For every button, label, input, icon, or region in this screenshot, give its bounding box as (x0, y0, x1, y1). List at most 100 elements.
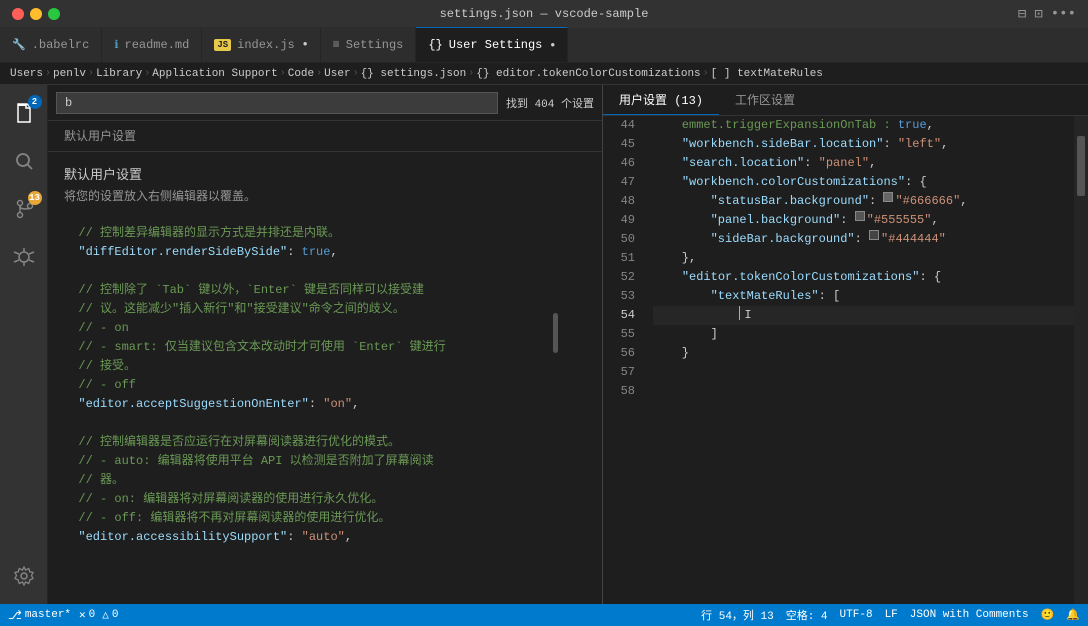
tab-user-settings[interactable]: {} User Settings ● (416, 27, 568, 62)
close-button[interactable] (12, 8, 24, 20)
window-controls[interactable] (12, 8, 60, 20)
line-num-54: 54 (603, 306, 635, 325)
cursor (739, 306, 740, 320)
tab-settings[interactable]: ≡ Settings (321, 27, 417, 62)
breadcrumb-library[interactable]: Library (96, 68, 142, 80)
line-num-55: 55 (603, 325, 635, 344)
line-num-56: 56 (603, 344, 635, 363)
title-bar: settings.json — vscode-sample ⊟ ⊡ ••• (0, 0, 1088, 28)
minimap-area (1074, 116, 1088, 604)
tab-babelrc[interactable]: 🔧 .babelrc (0, 27, 102, 62)
tab-babelrc-label: .babelrc (32, 38, 90, 52)
layout-icon[interactable]: ⊡ (1034, 6, 1042, 23)
status-line-ending-label: LF (885, 609, 898, 621)
breadcrumb-penlv[interactable]: penlv (53, 68, 86, 80)
code-line-4: // 控制除了 `Tab` 键以外，`Enter` 键是否同样可以接受建 (64, 281, 586, 300)
status-right: 行 54，列 13 空格: 4 UTF-8 LF JSON with Comme… (701, 607, 1080, 623)
breadcrumb-textmate[interactable]: [ ] textMateRules (711, 68, 823, 80)
activity-debug[interactable] (0, 233, 48, 281)
line-num-47: 47 (603, 173, 635, 192)
color-swatch-444 (869, 230, 879, 240)
error-icon: ✕ (79, 608, 86, 622)
emoji-icon: 🙂 (1041, 608, 1055, 622)
bell-icon: 🔔 (1066, 608, 1080, 622)
settings-icon: ≡ (333, 38, 340, 52)
code-line-8: // 接受。 (64, 357, 586, 376)
editor-line-56: } (653, 344, 1074, 363)
editor-line-54: I (653, 306, 1074, 325)
breadcrumb-user[interactable]: User (324, 68, 350, 80)
editor-line-44: emmet.triggerExpansionOnTab : true, (653, 116, 1074, 135)
code-line-12: // 控制编辑器是否应运行在对屏幕阅读器进行优化的模式。 (64, 433, 586, 452)
minimap-thumb[interactable] (1077, 136, 1085, 196)
breadcrumb-users[interactable]: Users (10, 68, 43, 80)
editor-line-52: "editor.tokenColorCustomizations": { (653, 268, 1074, 287)
search-input[interactable] (56, 92, 498, 114)
status-emoji[interactable]: 🙂 (1041, 608, 1055, 622)
status-branch[interactable]: ⎇ master* (8, 608, 71, 623)
breadcrumb-appsupport[interactable]: Application Support (152, 68, 277, 80)
split-editor-icon[interactable]: ⊟ (1018, 6, 1026, 23)
line-num-49: 49 (603, 211, 635, 230)
editor-line-47: "workbench.colorCustomizations": { (653, 173, 1074, 192)
maximize-button[interactable] (48, 8, 60, 20)
tab-readme[interactable]: ℹ readme.md (102, 27, 202, 62)
left-panel-scrollbar[interactable] (553, 313, 558, 353)
tab-readme-label: readme.md (125, 38, 190, 52)
warning-icon: △ (102, 608, 109, 622)
status-language[interactable]: JSON with Comments (910, 609, 1029, 621)
line-num-52: 52 (603, 268, 635, 287)
code-line-1: // 控制差异编辑器的显示方式是并排还是内联。 (64, 224, 586, 243)
gear-icon (14, 566, 34, 586)
tab-default-settings[interactable]: 默认用户设置 (48, 121, 152, 151)
minimize-button[interactable] (30, 8, 42, 20)
line-numbers: 44 45 46 47 48 49 50 51 52 53 54 55 56 5… (603, 116, 645, 604)
status-branch-label: master* (25, 609, 71, 621)
code-line-15: // - on: 编辑器将对屏幕阅读器的使用进行永久优化。 (64, 490, 586, 509)
activity-search[interactable] (0, 137, 48, 185)
activity-files[interactable]: 2 (0, 89, 48, 137)
left-content: 默认用户设置 将您的设置放入右侧编辑器以覆盖。 // 控制差异编辑器的显示方式是… (48, 152, 602, 604)
left-panel: 找到 404 个设置 默认用户设置 默认用户设置 将您的设置放入右侧编辑器以覆盖… (48, 85, 603, 604)
code-line-16: // - off: 编辑器将不再对屏幕阅读器的使用进行优化。 (64, 509, 586, 528)
code-line-5: // 议。这能减少"插入新行"和"接受建议"命令之间的歧义。 (64, 300, 586, 319)
status-line-col-label: 行 54，列 13 (701, 607, 774, 623)
breadcrumb-token-color[interactable]: {} editor.tokenColorCustomizations (476, 68, 700, 80)
tab-workspace-settings[interactable]: 工作区设置 (719, 85, 811, 115)
status-encoding[interactable]: UTF-8 (840, 609, 873, 621)
babelrc-icon: 🔧 (12, 38, 26, 52)
code-line-11 (64, 414, 586, 433)
tab-bar: 🔧 .babelrc ℹ readme.md JS index.js ● ≡ S… (0, 28, 1088, 63)
line-num-50: 50 (603, 230, 635, 249)
more-actions-icon[interactable]: ••• (1051, 6, 1076, 23)
search-result: 找到 404 个设置 (506, 95, 594, 111)
editor-line-46: "search.location": "panel", (653, 154, 1074, 173)
status-spaces[interactable]: 空格: 4 (786, 607, 828, 623)
title-actions: ⊟ ⊡ ••• (1018, 6, 1076, 23)
tab-index-js[interactable]: JS index.js ● (202, 27, 320, 62)
status-errors[interactable]: ✕ 0 △ 0 (79, 608, 118, 622)
right-panel: 用户设置 (13) 工作区设置 44 45 46 47 48 49 50 51 … (603, 85, 1088, 604)
tab-user-settings-panel[interactable]: 用户设置 (13) (603, 85, 719, 115)
tab-settings-label: Settings (346, 38, 404, 52)
git-badge: 13 (28, 191, 42, 205)
editor-line-51: }, (653, 249, 1074, 268)
status-notifications[interactable]: 🔔 (1066, 608, 1080, 622)
status-line-ending[interactable]: LF (885, 609, 898, 621)
breadcrumb-code[interactable]: Code (288, 68, 314, 80)
code-editor-user[interactable]: emmet.triggerExpansionOnTab : true, "wor… (645, 116, 1074, 604)
code-line-17: "editor.accessibilitySupport": "auto", (64, 528, 586, 547)
activity-git[interactable]: 13 (0, 185, 48, 233)
status-language-label: JSON with Comments (910, 609, 1029, 621)
editor-line-50: "sideBar.background": "#444444" (653, 230, 1074, 249)
breadcrumb-settings-json[interactable]: {} settings.json (361, 68, 467, 80)
editor-line-53: "textMateRules": [ (653, 287, 1074, 306)
line-num-46: 46 (603, 154, 635, 173)
tab-user-dirty-dot: ● (550, 41, 555, 50)
js-badge: JS (214, 39, 231, 51)
status-spaces-label: 空格: 4 (786, 607, 828, 623)
color-swatch-555 (855, 211, 865, 221)
status-line-col[interactable]: 行 54，列 13 (701, 607, 774, 623)
activity-settings[interactable] (0, 552, 48, 600)
search-icon (13, 150, 35, 172)
